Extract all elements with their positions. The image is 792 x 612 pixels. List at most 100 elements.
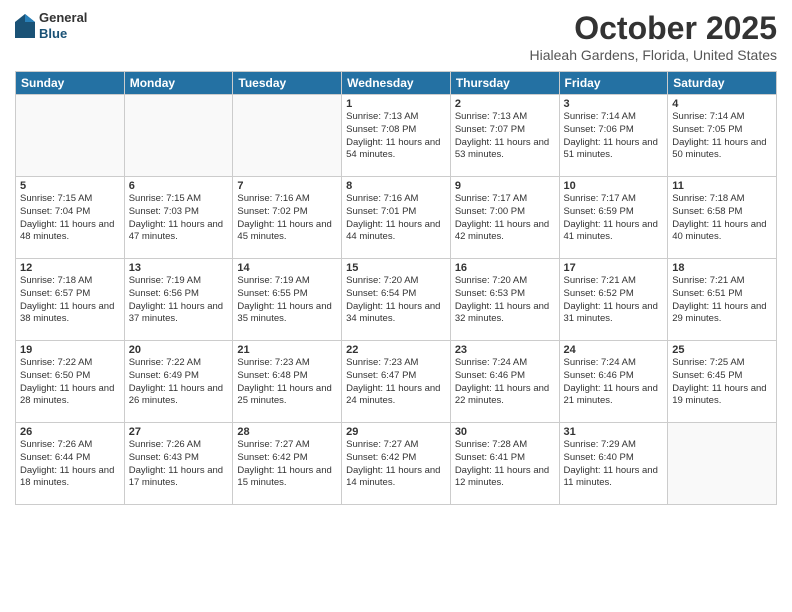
- calendar-cell: 11Sunrise: 7:18 AM Sunset: 6:58 PM Dayli…: [668, 177, 777, 259]
- logo-icon: [15, 14, 35, 38]
- calendar-cell: [233, 95, 342, 177]
- calendar-cell: 3Sunrise: 7:14 AM Sunset: 7:06 PM Daylig…: [559, 95, 668, 177]
- calendar-cell: 20Sunrise: 7:22 AM Sunset: 6:49 PM Dayli…: [124, 341, 233, 423]
- cell-content: Sunrise: 7:22 AM Sunset: 6:50 PM Dayligh…: [20, 357, 120, 408]
- cell-content: Sunrise: 7:24 AM Sunset: 6:46 PM Dayligh…: [564, 357, 664, 408]
- logo-blue-text: Blue: [39, 26, 87, 42]
- cell-content: Sunrise: 7:27 AM Sunset: 6:42 PM Dayligh…: [237, 439, 337, 490]
- location: Hialeah Gardens, Florida, United States: [530, 47, 777, 63]
- calendar-cell: 6Sunrise: 7:15 AM Sunset: 7:03 PM Daylig…: [124, 177, 233, 259]
- calendar-cell: 10Sunrise: 7:17 AM Sunset: 6:59 PM Dayli…: [559, 177, 668, 259]
- day-number: 21: [237, 344, 337, 356]
- day-number: 18: [672, 262, 772, 274]
- calendar-cell: 19Sunrise: 7:22 AM Sunset: 6:50 PM Dayli…: [16, 341, 125, 423]
- calendar-cell: 16Sunrise: 7:20 AM Sunset: 6:53 PM Dayli…: [450, 259, 559, 341]
- calendar-cell: 23Sunrise: 7:24 AM Sunset: 6:46 PM Dayli…: [450, 341, 559, 423]
- day-number: 3: [564, 98, 664, 110]
- calendar-cell: 30Sunrise: 7:28 AM Sunset: 6:41 PM Dayli…: [450, 423, 559, 505]
- calendar-cell: 22Sunrise: 7:23 AM Sunset: 6:47 PM Dayli…: [342, 341, 451, 423]
- day-number: 17: [564, 262, 664, 274]
- calendar-week-5: 26Sunrise: 7:26 AM Sunset: 6:44 PM Dayli…: [16, 423, 777, 505]
- cell-content: Sunrise: 7:14 AM Sunset: 7:05 PM Dayligh…: [672, 111, 772, 162]
- day-header-tuesday: Tuesday: [233, 72, 342, 95]
- cell-content: Sunrise: 7:25 AM Sunset: 6:45 PM Dayligh…: [672, 357, 772, 408]
- day-number: 2: [455, 98, 555, 110]
- day-number: 5: [20, 180, 120, 192]
- day-header-wednesday: Wednesday: [342, 72, 451, 95]
- cell-content: Sunrise: 7:22 AM Sunset: 6:49 PM Dayligh…: [129, 357, 229, 408]
- cell-content: Sunrise: 7:13 AM Sunset: 7:07 PM Dayligh…: [455, 111, 555, 162]
- title-block: October 2025 Hialeah Gardens, Florida, U…: [530, 10, 777, 63]
- day-number: 9: [455, 180, 555, 192]
- day-number: 22: [346, 344, 446, 356]
- header: General Blue October 2025 Hialeah Garden…: [15, 10, 777, 63]
- calendar-cell: 15Sunrise: 7:20 AM Sunset: 6:54 PM Dayli…: [342, 259, 451, 341]
- calendar: SundayMondayTuesdayWednesdayThursdayFrid…: [15, 71, 777, 505]
- calendar-cell: 28Sunrise: 7:27 AM Sunset: 6:42 PM Dayli…: [233, 423, 342, 505]
- calendar-cell: [668, 423, 777, 505]
- calendar-cell: 17Sunrise: 7:21 AM Sunset: 6:52 PM Dayli…: [559, 259, 668, 341]
- day-header-friday: Friday: [559, 72, 668, 95]
- calendar-cell: [16, 95, 125, 177]
- cell-content: Sunrise: 7:27 AM Sunset: 6:42 PM Dayligh…: [346, 439, 446, 490]
- calendar-cell: 18Sunrise: 7:21 AM Sunset: 6:51 PM Dayli…: [668, 259, 777, 341]
- day-number: 23: [455, 344, 555, 356]
- day-number: 7: [237, 180, 337, 192]
- day-header-saturday: Saturday: [668, 72, 777, 95]
- cell-content: Sunrise: 7:15 AM Sunset: 7:04 PM Dayligh…: [20, 193, 120, 244]
- cell-content: Sunrise: 7:17 AM Sunset: 6:59 PM Dayligh…: [564, 193, 664, 244]
- calendar-cell: 29Sunrise: 7:27 AM Sunset: 6:42 PM Dayli…: [342, 423, 451, 505]
- calendar-cell: 5Sunrise: 7:15 AM Sunset: 7:04 PM Daylig…: [16, 177, 125, 259]
- cell-content: Sunrise: 7:15 AM Sunset: 7:03 PM Dayligh…: [129, 193, 229, 244]
- cell-content: Sunrise: 7:16 AM Sunset: 7:01 PM Dayligh…: [346, 193, 446, 244]
- day-number: 19: [20, 344, 120, 356]
- calendar-cell: 31Sunrise: 7:29 AM Sunset: 6:40 PM Dayli…: [559, 423, 668, 505]
- day-number: 27: [129, 426, 229, 438]
- calendar-week-4: 19Sunrise: 7:22 AM Sunset: 6:50 PM Dayli…: [16, 341, 777, 423]
- cell-content: Sunrise: 7:20 AM Sunset: 6:54 PM Dayligh…: [346, 275, 446, 326]
- day-number: 15: [346, 262, 446, 274]
- day-number: 20: [129, 344, 229, 356]
- calendar-cell: 1Sunrise: 7:13 AM Sunset: 7:08 PM Daylig…: [342, 95, 451, 177]
- cell-content: Sunrise: 7:13 AM Sunset: 7:08 PM Dayligh…: [346, 111, 446, 162]
- cell-content: Sunrise: 7:18 AM Sunset: 6:58 PM Dayligh…: [672, 193, 772, 244]
- calendar-cell: 13Sunrise: 7:19 AM Sunset: 6:56 PM Dayli…: [124, 259, 233, 341]
- cell-content: Sunrise: 7:24 AM Sunset: 6:46 PM Dayligh…: [455, 357, 555, 408]
- calendar-cell: 26Sunrise: 7:26 AM Sunset: 6:44 PM Dayli…: [16, 423, 125, 505]
- cell-content: Sunrise: 7:26 AM Sunset: 6:43 PM Dayligh…: [129, 439, 229, 490]
- day-header-thursday: Thursday: [450, 72, 559, 95]
- month-title: October 2025: [530, 10, 777, 47]
- logo: General Blue: [15, 10, 87, 41]
- calendar-cell: [124, 95, 233, 177]
- day-number: 31: [564, 426, 664, 438]
- day-number: 10: [564, 180, 664, 192]
- calendar-cell: 2Sunrise: 7:13 AM Sunset: 7:07 PM Daylig…: [450, 95, 559, 177]
- calendar-week-2: 5Sunrise: 7:15 AM Sunset: 7:04 PM Daylig…: [16, 177, 777, 259]
- day-header-monday: Monday: [124, 72, 233, 95]
- calendar-cell: 8Sunrise: 7:16 AM Sunset: 7:01 PM Daylig…: [342, 177, 451, 259]
- cell-content: Sunrise: 7:26 AM Sunset: 6:44 PM Dayligh…: [20, 439, 120, 490]
- day-number: 1: [346, 98, 446, 110]
- calendar-cell: 14Sunrise: 7:19 AM Sunset: 6:55 PM Dayli…: [233, 259, 342, 341]
- cell-content: Sunrise: 7:19 AM Sunset: 6:55 PM Dayligh…: [237, 275, 337, 326]
- calendar-cell: 12Sunrise: 7:18 AM Sunset: 6:57 PM Dayli…: [16, 259, 125, 341]
- day-number: 14: [237, 262, 337, 274]
- day-number: 28: [237, 426, 337, 438]
- day-number: 11: [672, 180, 772, 192]
- day-number: 29: [346, 426, 446, 438]
- cell-content: Sunrise: 7:29 AM Sunset: 6:40 PM Dayligh…: [564, 439, 664, 490]
- calendar-cell: 24Sunrise: 7:24 AM Sunset: 6:46 PM Dayli…: [559, 341, 668, 423]
- day-number: 8: [346, 180, 446, 192]
- calendar-cell: 9Sunrise: 7:17 AM Sunset: 7:00 PM Daylig…: [450, 177, 559, 259]
- day-number: 13: [129, 262, 229, 274]
- day-number: 25: [672, 344, 772, 356]
- day-number: 4: [672, 98, 772, 110]
- calendar-week-1: 1Sunrise: 7:13 AM Sunset: 7:08 PM Daylig…: [16, 95, 777, 177]
- day-header-sunday: Sunday: [16, 72, 125, 95]
- cell-content: Sunrise: 7:23 AM Sunset: 6:47 PM Dayligh…: [346, 357, 446, 408]
- calendar-header-row: SundayMondayTuesdayWednesdayThursdayFrid…: [16, 72, 777, 95]
- calendar-cell: 27Sunrise: 7:26 AM Sunset: 6:43 PM Dayli…: [124, 423, 233, 505]
- calendar-cell: 7Sunrise: 7:16 AM Sunset: 7:02 PM Daylig…: [233, 177, 342, 259]
- day-number: 12: [20, 262, 120, 274]
- cell-content: Sunrise: 7:21 AM Sunset: 6:52 PM Dayligh…: [564, 275, 664, 326]
